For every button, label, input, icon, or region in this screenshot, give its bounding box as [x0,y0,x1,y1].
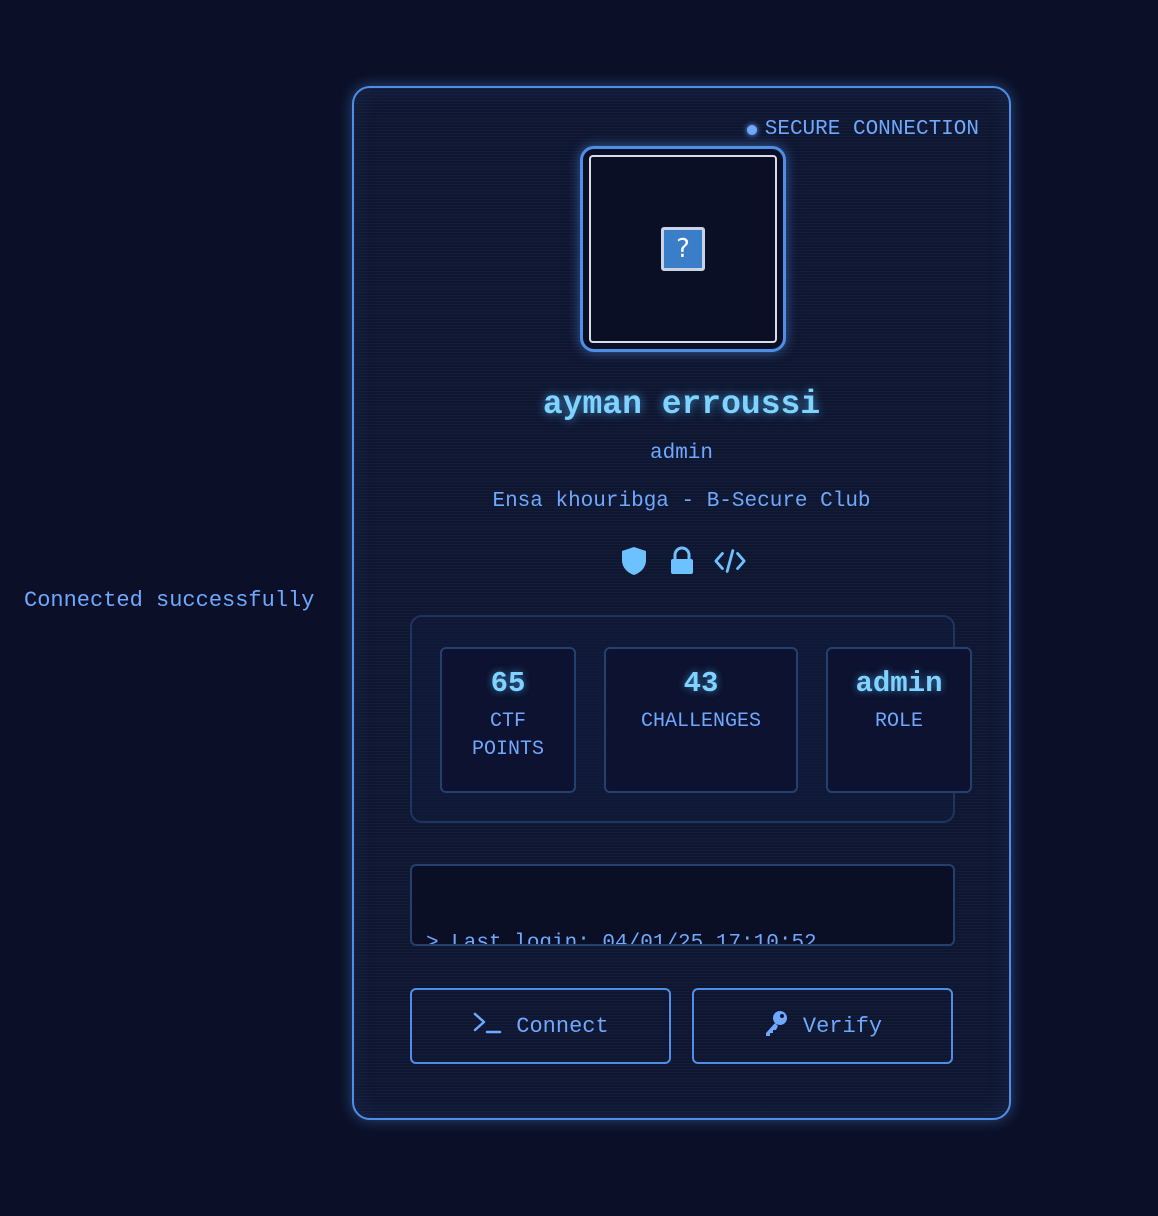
status-dot-icon [746,124,757,135]
lock-icon [665,544,699,578]
stat-role: admin ROLE [826,647,972,793]
profile-organization: Ensa khouribga - B-Secure Club [492,490,871,513]
connect-button[interactable]: Connect [410,988,671,1064]
stat-value: 43 [683,667,719,700]
stat-value: admin [855,667,943,700]
stat-label: ROLE [874,710,923,733]
shield-icon [617,544,651,578]
broken-image-icon: ? [661,227,705,271]
secure-connection-label: SECURE CONNECTION [764,118,979,141]
profile-name: ayman erroussi [542,386,821,423]
code-icon [713,544,747,578]
verify-button-label: Verify [802,1013,883,1039]
stat-value: 65 [490,667,526,700]
stats-panel: 65 CTF POINTS 43 CHALLENGES admin ROLE [410,615,972,823]
badge-row [354,544,1009,578]
terminal-line: > Last login: 04/01/25 17:10:52 [426,932,817,946]
key-icon [763,1009,789,1044]
toast-message: Connected successfully [24,588,315,613]
profile-card: SECURE CONNECTION ? ayman erroussi admin… [352,86,1011,1120]
terminal-icon [472,1011,502,1042]
secure-connection-status: SECURE CONNECTION [746,118,979,141]
terminal-output[interactable]: > Last login: 04/01/25 17:10:52 [410,864,955,946]
stat-ctf-points: 65 CTF POINTS [440,647,576,793]
profile-role: admin [649,442,713,465]
stat-label: CHALLENGES [640,710,762,733]
stat-challenges: 43 CHALLENGES [604,647,798,793]
avatar[interactable]: ? [580,146,786,352]
verify-button[interactable]: Verify [692,988,953,1064]
stat-label: CTF POINTS [471,710,544,761]
connect-button-label: Connect [516,1013,609,1039]
